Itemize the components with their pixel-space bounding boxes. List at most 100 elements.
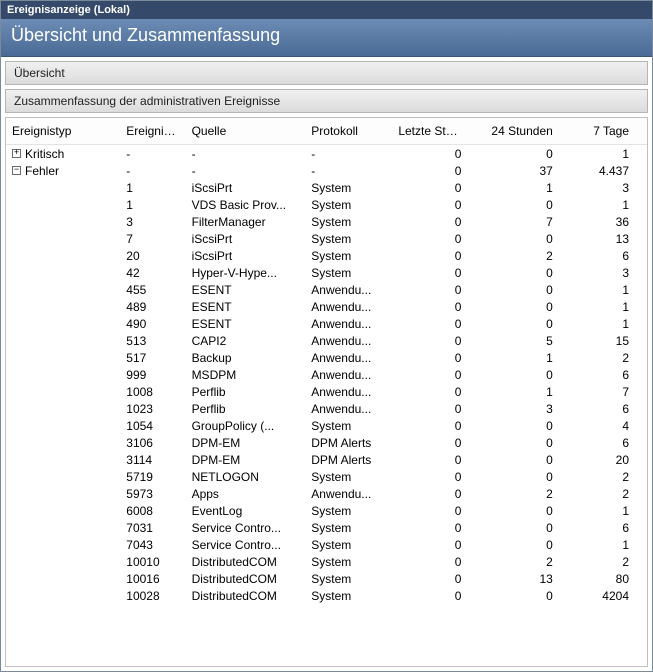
table-row[interactable]: 3114DPM-EMDPM Alerts0020 bbox=[6, 451, 647, 468]
cell-event-id: 1054 bbox=[120, 417, 185, 434]
table-row[interactable]: 5719NETLOGONSystem002 bbox=[6, 468, 647, 485]
table-row[interactable]: 42Hyper-V-Hype...System003 bbox=[6, 264, 647, 281]
cell-source: GroupPolicy (... bbox=[186, 417, 306, 434]
page-header: Übersicht und Zusammenfassung bbox=[1, 19, 652, 57]
col-last-hour[interactable]: Letzte Stu... bbox=[392, 118, 479, 145]
cell-7d: 4.437 bbox=[571, 162, 647, 179]
cell-log: Anwendu... bbox=[305, 281, 392, 298]
section-overview-bar: Übersicht bbox=[5, 61, 648, 85]
cell-last-hour: 0 bbox=[392, 502, 479, 519]
cell-7d: 1 bbox=[571, 536, 647, 553]
cell-7d: 1 bbox=[571, 196, 647, 213]
table-row[interactable]: 517BackupAnwendu...012 bbox=[6, 349, 647, 366]
events-table-container: Ereignistyp Ereignis... Quelle Protokoll… bbox=[5, 117, 648, 667]
table-row[interactable]: 455ESENTAnwendu...001 bbox=[6, 281, 647, 298]
cell-source: FilterManager bbox=[186, 213, 306, 230]
cell-source: CAPI2 bbox=[186, 332, 306, 349]
cell-24h: 0 bbox=[479, 298, 570, 315]
col-7d[interactable]: 7 Tage bbox=[571, 118, 647, 145]
cell-last-hour: 0 bbox=[392, 536, 479, 553]
table-row[interactable]: 20iScsiPrtSystem026 bbox=[6, 247, 647, 264]
cell-7d: 1 bbox=[571, 315, 647, 332]
section-overview-label: Übersicht bbox=[14, 66, 65, 80]
cell-last-hour: 0 bbox=[392, 366, 479, 383]
cell-last-hour: 0 bbox=[392, 196, 479, 213]
group-row[interactable]: −Fehler---0374.437 bbox=[6, 162, 647, 179]
cell-7d: 1 bbox=[571, 502, 647, 519]
table-row[interactable]: 10028DistributedCOMSystem004204 bbox=[6, 587, 647, 604]
cell-last-hour: 0 bbox=[392, 162, 479, 179]
cell-7d: 1 bbox=[571, 145, 647, 163]
col-event-id[interactable]: Ereignis... bbox=[120, 118, 185, 145]
table-row[interactable]: 999MSDPMAnwendu...006 bbox=[6, 366, 647, 383]
table-row[interactable]: 5973AppsAnwendu...022 bbox=[6, 485, 647, 502]
cell-last-hour: 0 bbox=[392, 400, 479, 417]
cell-24h: 0 bbox=[479, 434, 570, 451]
cell-source: ESENT bbox=[186, 298, 306, 315]
cell-event-id: 20 bbox=[120, 247, 185, 264]
table-row[interactable]: 1054GroupPolicy (...System004 bbox=[6, 417, 647, 434]
cell-event-id: 1 bbox=[120, 179, 185, 196]
cell-7d: 7 bbox=[571, 383, 647, 400]
cell-source: iScsiPrt bbox=[186, 179, 306, 196]
cell-log: Anwendu... bbox=[305, 400, 392, 417]
col-log[interactable]: Protokoll bbox=[305, 118, 392, 145]
cell-last-hour: 0 bbox=[392, 281, 479, 298]
cell-log: System bbox=[305, 587, 392, 604]
cell-24h: 0 bbox=[479, 281, 570, 298]
cell-source: Service Contro... bbox=[186, 536, 306, 553]
cell-event-id: 455 bbox=[120, 281, 185, 298]
table-row[interactable]: 489ESENTAnwendu...001 bbox=[6, 298, 647, 315]
events-table-head: Ereignistyp Ereignis... Quelle Protokoll… bbox=[6, 118, 647, 145]
cell-event-id: 999 bbox=[120, 366, 185, 383]
cell-log: Anwendu... bbox=[305, 349, 392, 366]
cell-event-id: 10016 bbox=[120, 570, 185, 587]
col-event-type[interactable]: Ereignistyp bbox=[6, 118, 120, 145]
table-row[interactable]: 7043Service Contro...System001 bbox=[6, 536, 647, 553]
cell-event-id: 7 bbox=[120, 230, 185, 247]
table-row[interactable]: 1023PerflibAnwendu...036 bbox=[6, 400, 647, 417]
cell-source: MSDPM bbox=[186, 366, 306, 383]
table-row[interactable]: 1iScsiPrtSystem013 bbox=[6, 179, 647, 196]
table-row[interactable]: 10010DistributedCOMSystem022 bbox=[6, 553, 647, 570]
cell-24h: 0 bbox=[479, 366, 570, 383]
cell-event-id: 490 bbox=[120, 315, 185, 332]
cell-source: ESENT bbox=[186, 315, 306, 332]
table-row[interactable]: 10016DistributedCOMSystem01380 bbox=[6, 570, 647, 587]
table-row[interactable]: 513CAPI2Anwendu...0515 bbox=[6, 332, 647, 349]
section-admin-events-label: Zusammenfassung der administrativen Erei… bbox=[14, 94, 280, 108]
cell-event-id: 3114 bbox=[120, 451, 185, 468]
cell-log: - bbox=[305, 162, 392, 179]
cell-last-hour: 0 bbox=[392, 434, 479, 451]
cell-event-id: 5719 bbox=[120, 468, 185, 485]
cell-last-hour: 0 bbox=[392, 383, 479, 400]
table-row[interactable]: 7031Service Contro...System006 bbox=[6, 519, 647, 536]
cell-24h: 2 bbox=[479, 247, 570, 264]
cell-source: Service Contro... bbox=[186, 519, 306, 536]
table-row[interactable]: 3106DPM-EMDPM Alerts006 bbox=[6, 434, 647, 451]
cell-source: EventLog bbox=[186, 502, 306, 519]
table-row[interactable]: 490ESENTAnwendu...001 bbox=[6, 315, 647, 332]
cell-log: System bbox=[305, 213, 392, 230]
cell-log: System bbox=[305, 553, 392, 570]
cell-7d: 2 bbox=[571, 485, 647, 502]
cell-log: DPM Alerts bbox=[305, 451, 392, 468]
col-source[interactable]: Quelle bbox=[186, 118, 306, 145]
table-row[interactable]: 1008PerflibAnwendu...017 bbox=[6, 383, 647, 400]
col-24h[interactable]: 24 Stunden bbox=[479, 118, 570, 145]
event-viewer-window: Ereignisanzeige (Lokal) Übersicht und Zu… bbox=[0, 0, 653, 672]
table-row[interactable]: 6008EventLogSystem001 bbox=[6, 502, 647, 519]
cell-24h: 0 bbox=[479, 536, 570, 553]
group-row[interactable]: +Kritisch---001 bbox=[6, 145, 647, 163]
cell-last-hour: 0 bbox=[392, 332, 479, 349]
table-row[interactable]: 7iScsiPrtSystem0013 bbox=[6, 230, 647, 247]
cell-event-id: - bbox=[120, 162, 185, 179]
table-row[interactable]: 1VDS Basic Prov...System001 bbox=[6, 196, 647, 213]
expand-collapse-icon[interactable]: + bbox=[12, 149, 21, 158]
table-row[interactable]: 3FilterManagerSystem0736 bbox=[6, 213, 647, 230]
events-table-rows: 1iScsiPrtSystem0131VDS Basic Prov...Syst… bbox=[6, 179, 647, 604]
expand-collapse-icon[interactable]: − bbox=[12, 166, 21, 175]
cell-log: System bbox=[305, 264, 392, 281]
cell-source: NETLOGON bbox=[186, 468, 306, 485]
cell-event-id: 3106 bbox=[120, 434, 185, 451]
